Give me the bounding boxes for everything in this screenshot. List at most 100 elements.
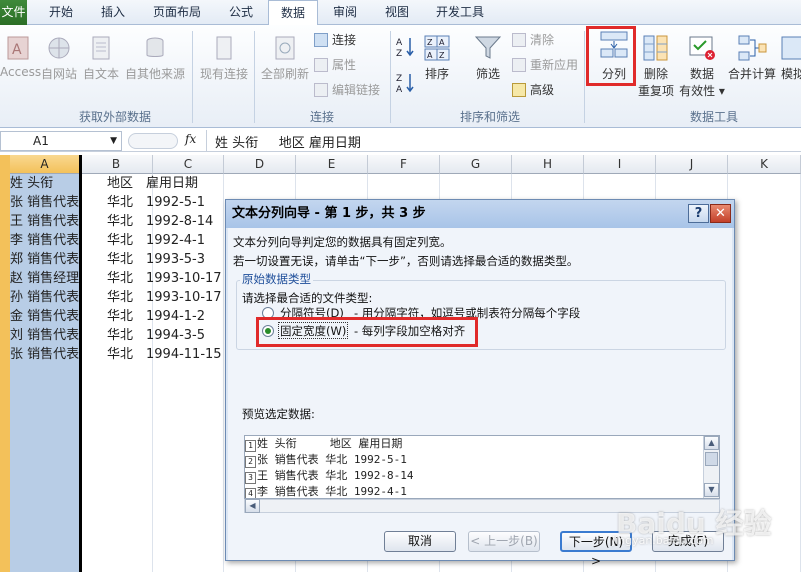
cell-a[interactable]: 李 销售代表: [10, 231, 79, 250]
remove-duplicates-button[interactable]: 删除 重复项: [638, 33, 674, 99]
refresh-icon: [275, 36, 295, 60]
cell-c[interactable]: 1994-11-15: [146, 345, 222, 364]
cell-b[interactable]: 华北: [107, 269, 133, 288]
data-preview[interactable]: 1姓 头衔 地区 雇用日期 2 张 销售代表 华北 1992-5-1 3 王 销售代表 …: [244, 435, 720, 499]
formula-input[interactable]: 姓 头衔 地区 雇用日期: [215, 132, 361, 151]
tab-view[interactable]: 视图: [376, 0, 418, 25]
tab-review[interactable]: 审阅: [324, 0, 366, 25]
svg-text:A: A: [439, 38, 445, 47]
scroll-up-icon[interactable]: ▲: [704, 436, 719, 450]
preview-row-number: 2: [245, 456, 256, 468]
tab-developer[interactable]: 开发工具: [428, 0, 492, 25]
cell-a[interactable]: 刘 销售代表: [10, 326, 79, 345]
dialog-title[interactable]: 文本分列向导 - 第 1 步，共 3 步: [226, 200, 734, 228]
cell-c[interactable]: 1994-1-2: [146, 307, 205, 326]
cell-c[interactable]: 1993-10-17: [146, 288, 222, 307]
insert-function-icon[interactable]: fx: [185, 132, 196, 146]
column-header-e[interactable]: E: [296, 155, 368, 174]
cell-a[interactable]: 郑 销售代表: [10, 250, 79, 269]
cell-c[interactable]: 1992-5-1: [146, 193, 205, 212]
cell-a[interactable]: 孙 销售代表: [10, 288, 79, 307]
column-header-f[interactable]: F: [368, 155, 440, 174]
tab-file[interactable]: 文件: [0, 0, 27, 25]
cell-c[interactable]: 1992-4-1: [146, 231, 205, 250]
cell-b[interactable]: 华北: [107, 212, 133, 231]
advanced-button[interactable]: 高级: [512, 81, 554, 99]
what-if-icon: [781, 36, 801, 60]
separator: [390, 31, 391, 123]
preview-row-number: 4: [245, 488, 256, 498]
sort-az-button[interactable]: AZ: [394, 35, 416, 62]
column-header-a[interactable]: A: [10, 155, 80, 174]
back-button[interactable]: < 上一步(B): [468, 531, 540, 552]
file-type-prompt: 请选择最合适的文件类型:: [242, 291, 373, 305]
tab-home[interactable]: 开始: [40, 0, 82, 25]
clear-button[interactable]: 清除: [512, 31, 554, 49]
help-button[interactable]: ?: [688, 204, 709, 223]
cell-b[interactable]: 华北: [107, 250, 133, 269]
cell-a[interactable]: 张 销售代表: [10, 193, 79, 212]
scroll-thumb[interactable]: [705, 452, 718, 466]
cell-c[interactable]: 1994-3-5: [146, 326, 205, 345]
group-label-external: 获取外部数据: [78, 110, 151, 124]
cell-b[interactable]: 华北: [107, 345, 133, 364]
preview-vertical-scrollbar[interactable]: ▲ ▼: [703, 436, 719, 498]
data-validation-button[interactable]: 数据 有效性 ▾: [678, 33, 726, 99]
preview-row: 2张 销售代表 华北 1992-5-1: [245, 452, 407, 468]
column-header-d[interactable]: D: [224, 155, 296, 174]
column-header-g[interactable]: G: [440, 155, 512, 174]
from-text-button[interactable]: 自文本: [82, 33, 120, 82]
tab-data[interactable]: 数据: [268, 0, 318, 26]
cell-b[interactable]: 地区: [107, 174, 133, 193]
sort-za-button[interactable]: ZA: [394, 71, 416, 98]
column-header-c[interactable]: C: [153, 155, 224, 174]
tab-page-layout[interactable]: 页面布局: [146, 0, 208, 25]
what-if-button[interactable]: 模拟: [778, 33, 801, 82]
cell-b[interactable]: 华北: [107, 307, 133, 326]
cell-b[interactable]: 华北: [107, 326, 133, 345]
row-headers[interactable]: [0, 155, 10, 572]
cell-a[interactable]: 张 销售代表: [10, 345, 79, 364]
column-header-b[interactable]: B: [80, 155, 153, 174]
column-header-h[interactable]: H: [512, 155, 584, 174]
properties-button[interactable]: 属性: [314, 56, 356, 74]
cell-a[interactable]: 赵 销售经理: [10, 269, 79, 288]
cell-c[interactable]: 1993-5-3: [146, 250, 205, 269]
cell-c[interactable]: 1992-8-14: [146, 212, 213, 231]
sort-ascending-icon: AZ: [396, 38, 414, 59]
column-header-j[interactable]: J: [656, 155, 728, 174]
cell-b[interactable]: 华北: [107, 231, 133, 250]
cell-c[interactable]: 雇用日期: [146, 174, 198, 193]
formula-bar-handle[interactable]: [128, 133, 178, 149]
refresh-all-button[interactable]: 全部刷新: [258, 33, 312, 82]
scroll-left-icon[interactable]: ◀: [245, 499, 260, 513]
sort-button[interactable]: ZAAZ 排序: [420, 33, 454, 82]
column-header-i[interactable]: I: [584, 155, 656, 174]
cell-b[interactable]: 华北: [107, 288, 133, 307]
filter-button[interactable]: 筛选: [470, 33, 506, 82]
group-label-data-tools: 数据工具: [689, 110, 738, 124]
cancel-button[interactable]: 取消: [384, 531, 456, 552]
cell-a[interactable]: 金 销售代表: [10, 307, 79, 326]
cell-a[interactable]: 姓 头衔: [10, 174, 53, 193]
watermark-url: jingyan.baidu.com: [612, 534, 714, 547]
cell-a[interactable]: 王 销售代表: [10, 212, 79, 231]
connections-button[interactable]: 连接: [314, 31, 356, 49]
reapply-button[interactable]: 重新应用: [512, 56, 578, 74]
existing-connections-button[interactable]: 现有连接: [196, 33, 252, 82]
consolidate-button[interactable]: 合并计算: [726, 33, 778, 82]
column-header-k[interactable]: K: [728, 155, 801, 174]
highlight-fixed-width: [256, 317, 478, 347]
from-web-button[interactable]: 自网站: [38, 33, 80, 82]
name-box[interactable]: A1 ▼: [0, 131, 122, 151]
cell-b[interactable]: 华北: [107, 193, 133, 212]
close-button[interactable]: ✕: [710, 204, 731, 223]
scroll-down-icon[interactable]: ▼: [704, 483, 719, 497]
cell-c[interactable]: 1993-10-17: [146, 269, 222, 288]
edit-links-button[interactable]: 编辑链接: [314, 81, 380, 99]
access-button[interactable]: A Access: [0, 33, 41, 79]
tab-insert[interactable]: 插入: [92, 0, 134, 25]
from-other-button[interactable]: 自其他来源: [122, 33, 188, 82]
tab-formulas[interactable]: 公式: [220, 0, 262, 25]
remove-duplicates-icon: [643, 35, 668, 61]
